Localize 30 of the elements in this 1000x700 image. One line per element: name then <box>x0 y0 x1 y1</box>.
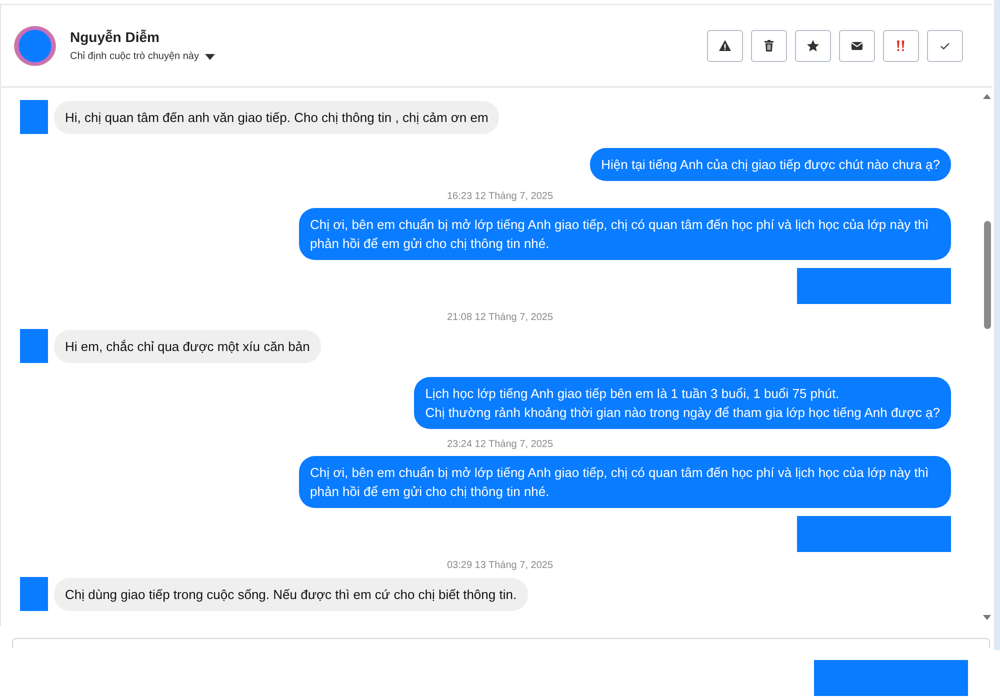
timestamp: 16:23 12 Tháng 7, 2025 <box>446 191 554 202</box>
contact-name: Nguyễn Diễm <box>70 29 160 45</box>
scroll-down-arrow-icon[interactable] <box>983 615 991 620</box>
message-bubble: Chị ơi, bên em chuẩn bị mở lớp tiếng Anh giao tiếp, chị có quan tâm đến học phí và lịch học của lớp này thì phản hồi để em gửi cho chị thông tin nhé. <box>299 208 951 260</box>
avatar-redacted <box>20 577 48 611</box>
timestamp: 03:29 13 Tháng 7, 2025 <box>446 560 554 571</box>
scroll-up-arrow-icon[interactable] <box>983 94 991 99</box>
message-bubble: Chị ơi, bên em chuẩn bị mở lớp tiếng Anh giao tiếp, chị có quan tâm đến học phí và lịch học của lớp này thì phản hồi để em gửi cho chị thông tin nhé. <box>299 456 951 508</box>
message-bubble: Hi, chị quan tâm đến anh văn giao tiếp. Cho chị thông tin , chị cảm ơn em <box>54 100 500 134</box>
warning-button[interactable] <box>707 30 743 62</box>
timestamp: 23:24 12 Tháng 7, 2025 <box>446 439 554 450</box>
star-button[interactable] <box>795 30 831 62</box>
assign-conversation-dropdown[interactable]: Chỉ định cuộc trò chuyện này <box>70 51 215 62</box>
message-bubble: Hiện tại tiếng Anh của chị giao tiếp được chút nào chưa ạ? <box>590 148 951 181</box>
trash-button[interactable] <box>751 30 787 62</box>
avatar-redacted <box>20 100 48 134</box>
message-bubble: Hi em, chắc chỉ qua được một xíu căn bản <box>54 330 321 362</box>
timestamp: 21:08 12 Tháng 7, 2025 <box>446 312 554 323</box>
double-exclamation-button[interactable] <box>883 30 919 62</box>
check-button[interactable] <box>927 30 963 62</box>
message-bubble: Chị dùng giao tiếp trong cuộc sống. Nếu được thì em cứ cho chị biết thông tin. <box>54 578 528 610</box>
caret-icon <box>204 54 215 60</box>
trash-icon <box>762 38 776 52</box>
message-input-field[interactable] <box>12 638 990 648</box>
message-bubble: Lịch học lớp tiếng Anh giao tiếp bên em là 1 tuần 3 buổi, 1 buổi 75 phút. Chị thường rảnh khoảng thời gian nào trong ngày để tham gia lớp học tiếng Anh được ạ? <box>414 377 951 429</box>
warning-icon <box>718 38 732 52</box>
avatar-redacted <box>20 329 48 363</box>
avatar-redacted <box>14 26 56 66</box>
star-icon <box>806 38 820 52</box>
envelope-button[interactable] <box>839 30 875 62</box>
